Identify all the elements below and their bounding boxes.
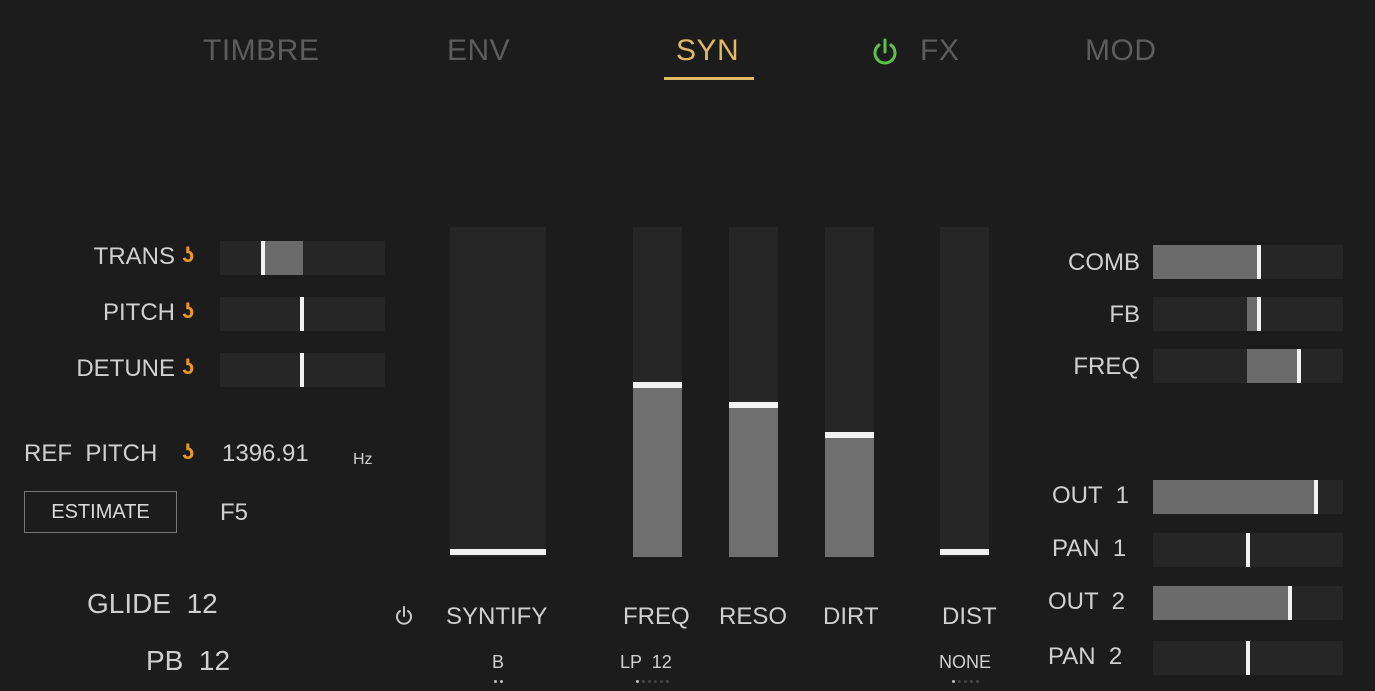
out2-label: OUT 2 bbox=[1048, 588, 1125, 615]
tab-syn[interactable]: SYN bbox=[676, 34, 739, 68]
out2-slider[interactable] bbox=[1153, 586, 1343, 620]
tab-mod[interactable]: MOD bbox=[1085, 34, 1157, 68]
filter-type-dots bbox=[636, 680, 688, 684]
out1-slider[interactable] bbox=[1153, 480, 1343, 514]
pitch-slider[interactable] bbox=[220, 297, 385, 331]
fb-label: FB bbox=[1109, 301, 1140, 328]
filter-type-selector[interactable]: LP 12 bbox=[620, 652, 700, 673]
trans-label: TRANS bbox=[93, 243, 175, 270]
dist-label: DIST bbox=[942, 603, 997, 630]
pitch-link-icon[interactable]: ʖ bbox=[182, 298, 194, 324]
dirt-slider[interactable] bbox=[825, 227, 874, 557]
ref-pitch-link-icon[interactable]: ʖ bbox=[182, 439, 194, 465]
fb-slider[interactable] bbox=[1153, 297, 1343, 331]
detune-link-icon[interactable]: ʖ bbox=[182, 354, 194, 380]
pitch-label: PITCH bbox=[103, 299, 175, 326]
tab-env[interactable]: ENV bbox=[447, 34, 510, 68]
ref-pitch-unit: Hz bbox=[353, 451, 373, 468]
glide-control[interactable]: GLIDE 12 bbox=[87, 588, 218, 620]
dist-type-dots bbox=[945, 680, 985, 684]
note-name: F5 bbox=[220, 499, 249, 526]
syntify-mode-selector[interactable]: B bbox=[478, 652, 518, 673]
out1-label: OUT 1 bbox=[1052, 482, 1129, 509]
syntify-label: SYNTIFY bbox=[446, 603, 548, 630]
detune-slider[interactable] bbox=[220, 353, 385, 387]
syntify-power-icon[interactable] bbox=[393, 605, 415, 627]
dist-slider[interactable] bbox=[940, 227, 989, 557]
reso-slider[interactable] bbox=[729, 227, 778, 557]
syntify-slider[interactable] bbox=[450, 227, 546, 557]
tab-timbre[interactable]: TIMBRE bbox=[203, 34, 319, 68]
comb-freq-slider[interactable] bbox=[1153, 349, 1343, 383]
comb-slider[interactable] bbox=[1153, 245, 1343, 279]
active-tab-underline bbox=[664, 77, 754, 80]
comb-label: COMB bbox=[1068, 249, 1140, 276]
fx-power-icon[interactable] bbox=[870, 37, 900, 67]
freq-slider[interactable] bbox=[633, 227, 682, 557]
freq-label: FREQ bbox=[623, 603, 690, 630]
dist-type-selector[interactable]: NONE bbox=[925, 652, 1005, 673]
pb-control[interactable]: PB 12 bbox=[146, 645, 230, 677]
tab-fx[interactable]: FX bbox=[920, 34, 959, 68]
ref-pitch-label: REF PITCH bbox=[24, 440, 158, 467]
estimate-button[interactable]: ESTIMATE bbox=[24, 491, 177, 533]
reso-label: RESO bbox=[719, 603, 788, 630]
dirt-label: DIRT bbox=[823, 603, 879, 630]
ref-pitch-value[interactable]: 1396.91 bbox=[222, 440, 309, 468]
pan2-label: PAN 2 bbox=[1048, 643, 1123, 670]
detune-label: DETUNE bbox=[76, 355, 175, 382]
pan1-slider[interactable] bbox=[1153, 533, 1343, 567]
trans-link-icon[interactable]: ʖ bbox=[182, 242, 194, 268]
pan1-label: PAN 1 bbox=[1052, 535, 1127, 562]
syntify-mode-dots bbox=[478, 680, 518, 684]
comb-freq-label: FREQ bbox=[1073, 353, 1140, 380]
trans-slider[interactable] bbox=[220, 241, 385, 275]
pan2-slider[interactable] bbox=[1153, 641, 1343, 675]
